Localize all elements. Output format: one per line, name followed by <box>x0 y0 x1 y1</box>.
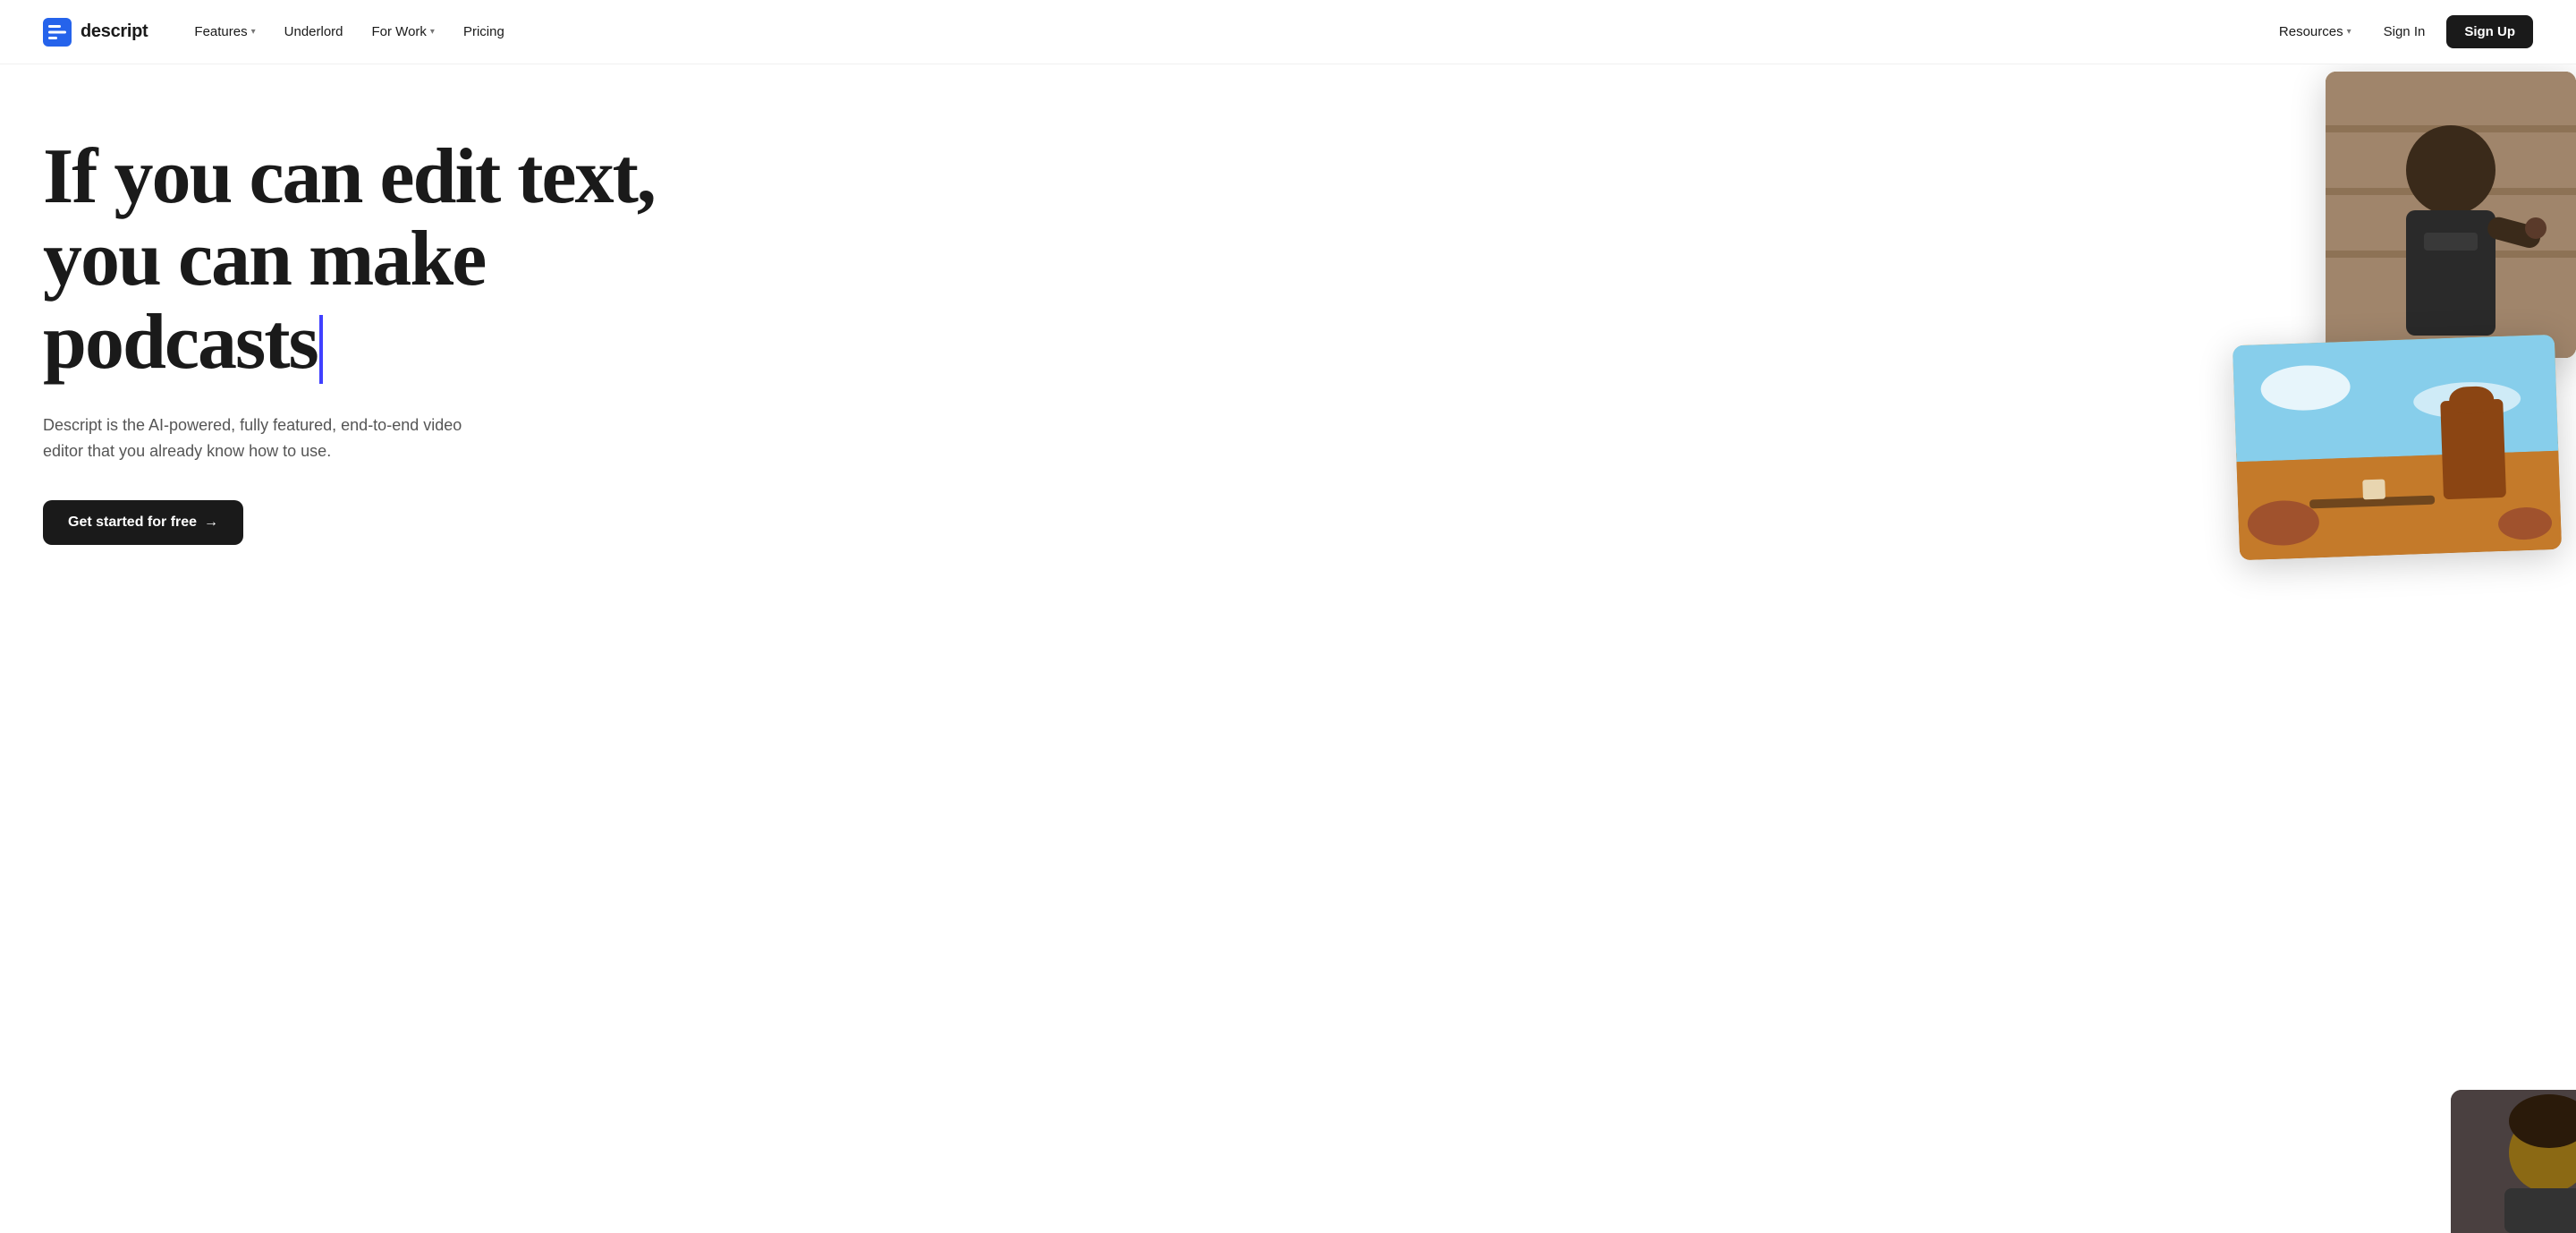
nav-link-resources[interactable]: Resources ▾ <box>2268 17 2362 47</box>
chevron-down-icon: ▾ <box>251 27 256 37</box>
cursor-bar <box>319 315 323 384</box>
hero-image-card-1 <box>2326 72 2576 358</box>
nav-left: descript Features ▾ Underlord For Work ▾… <box>43 17 515 47</box>
nav-link-features[interactable]: Features ▾ <box>183 17 266 47</box>
person-image <box>2326 72 2576 358</box>
signup-button[interactable]: Sign Up <box>2446 15 2533 48</box>
arrow-icon: → <box>204 514 218 531</box>
nav-links: Features ▾ Underlord For Work ▾ Pricing <box>183 17 514 47</box>
chevron-down-icon: ▾ <box>2347 27 2351 37</box>
hero-image-card-3 <box>2451 1090 2576 1233</box>
hero-subtitle: Descript is the AI-powered, fully featur… <box>43 412 490 464</box>
hero-image-card-2 <box>2233 335 2562 560</box>
landscape-image <box>2233 335 2562 560</box>
nav-link-pricing[interactable]: Pricing <box>453 17 515 47</box>
chevron-down-icon: ▾ <box>430 27 435 37</box>
hero-section: If you can edit text, you can make podca… <box>0 64 2576 1233</box>
logo-text: descript <box>80 21 148 42</box>
hero-content: If you can edit text, you can make podca… <box>43 136 669 545</box>
nav-link-underlord[interactable]: Underlord <box>274 17 354 47</box>
logo[interactable]: descript <box>43 18 148 47</box>
hero-images <box>2111 64 2576 1233</box>
hero-headline: If you can edit text, you can make podca… <box>43 136 669 384</box>
signin-button[interactable]: Sign In <box>2369 17 2440 47</box>
navbar: descript Features ▾ Underlord For Work ▾… <box>0 0 2576 64</box>
nav-right: Resources ▾ Sign In Sign Up <box>2268 15 2533 48</box>
nav-link-for-work[interactable]: For Work ▾ <box>361 17 445 47</box>
descript-logo-icon <box>43 18 72 47</box>
person-image-2 <box>2451 1090 2576 1233</box>
cta-button[interactable]: Get started for free → <box>43 500 243 545</box>
